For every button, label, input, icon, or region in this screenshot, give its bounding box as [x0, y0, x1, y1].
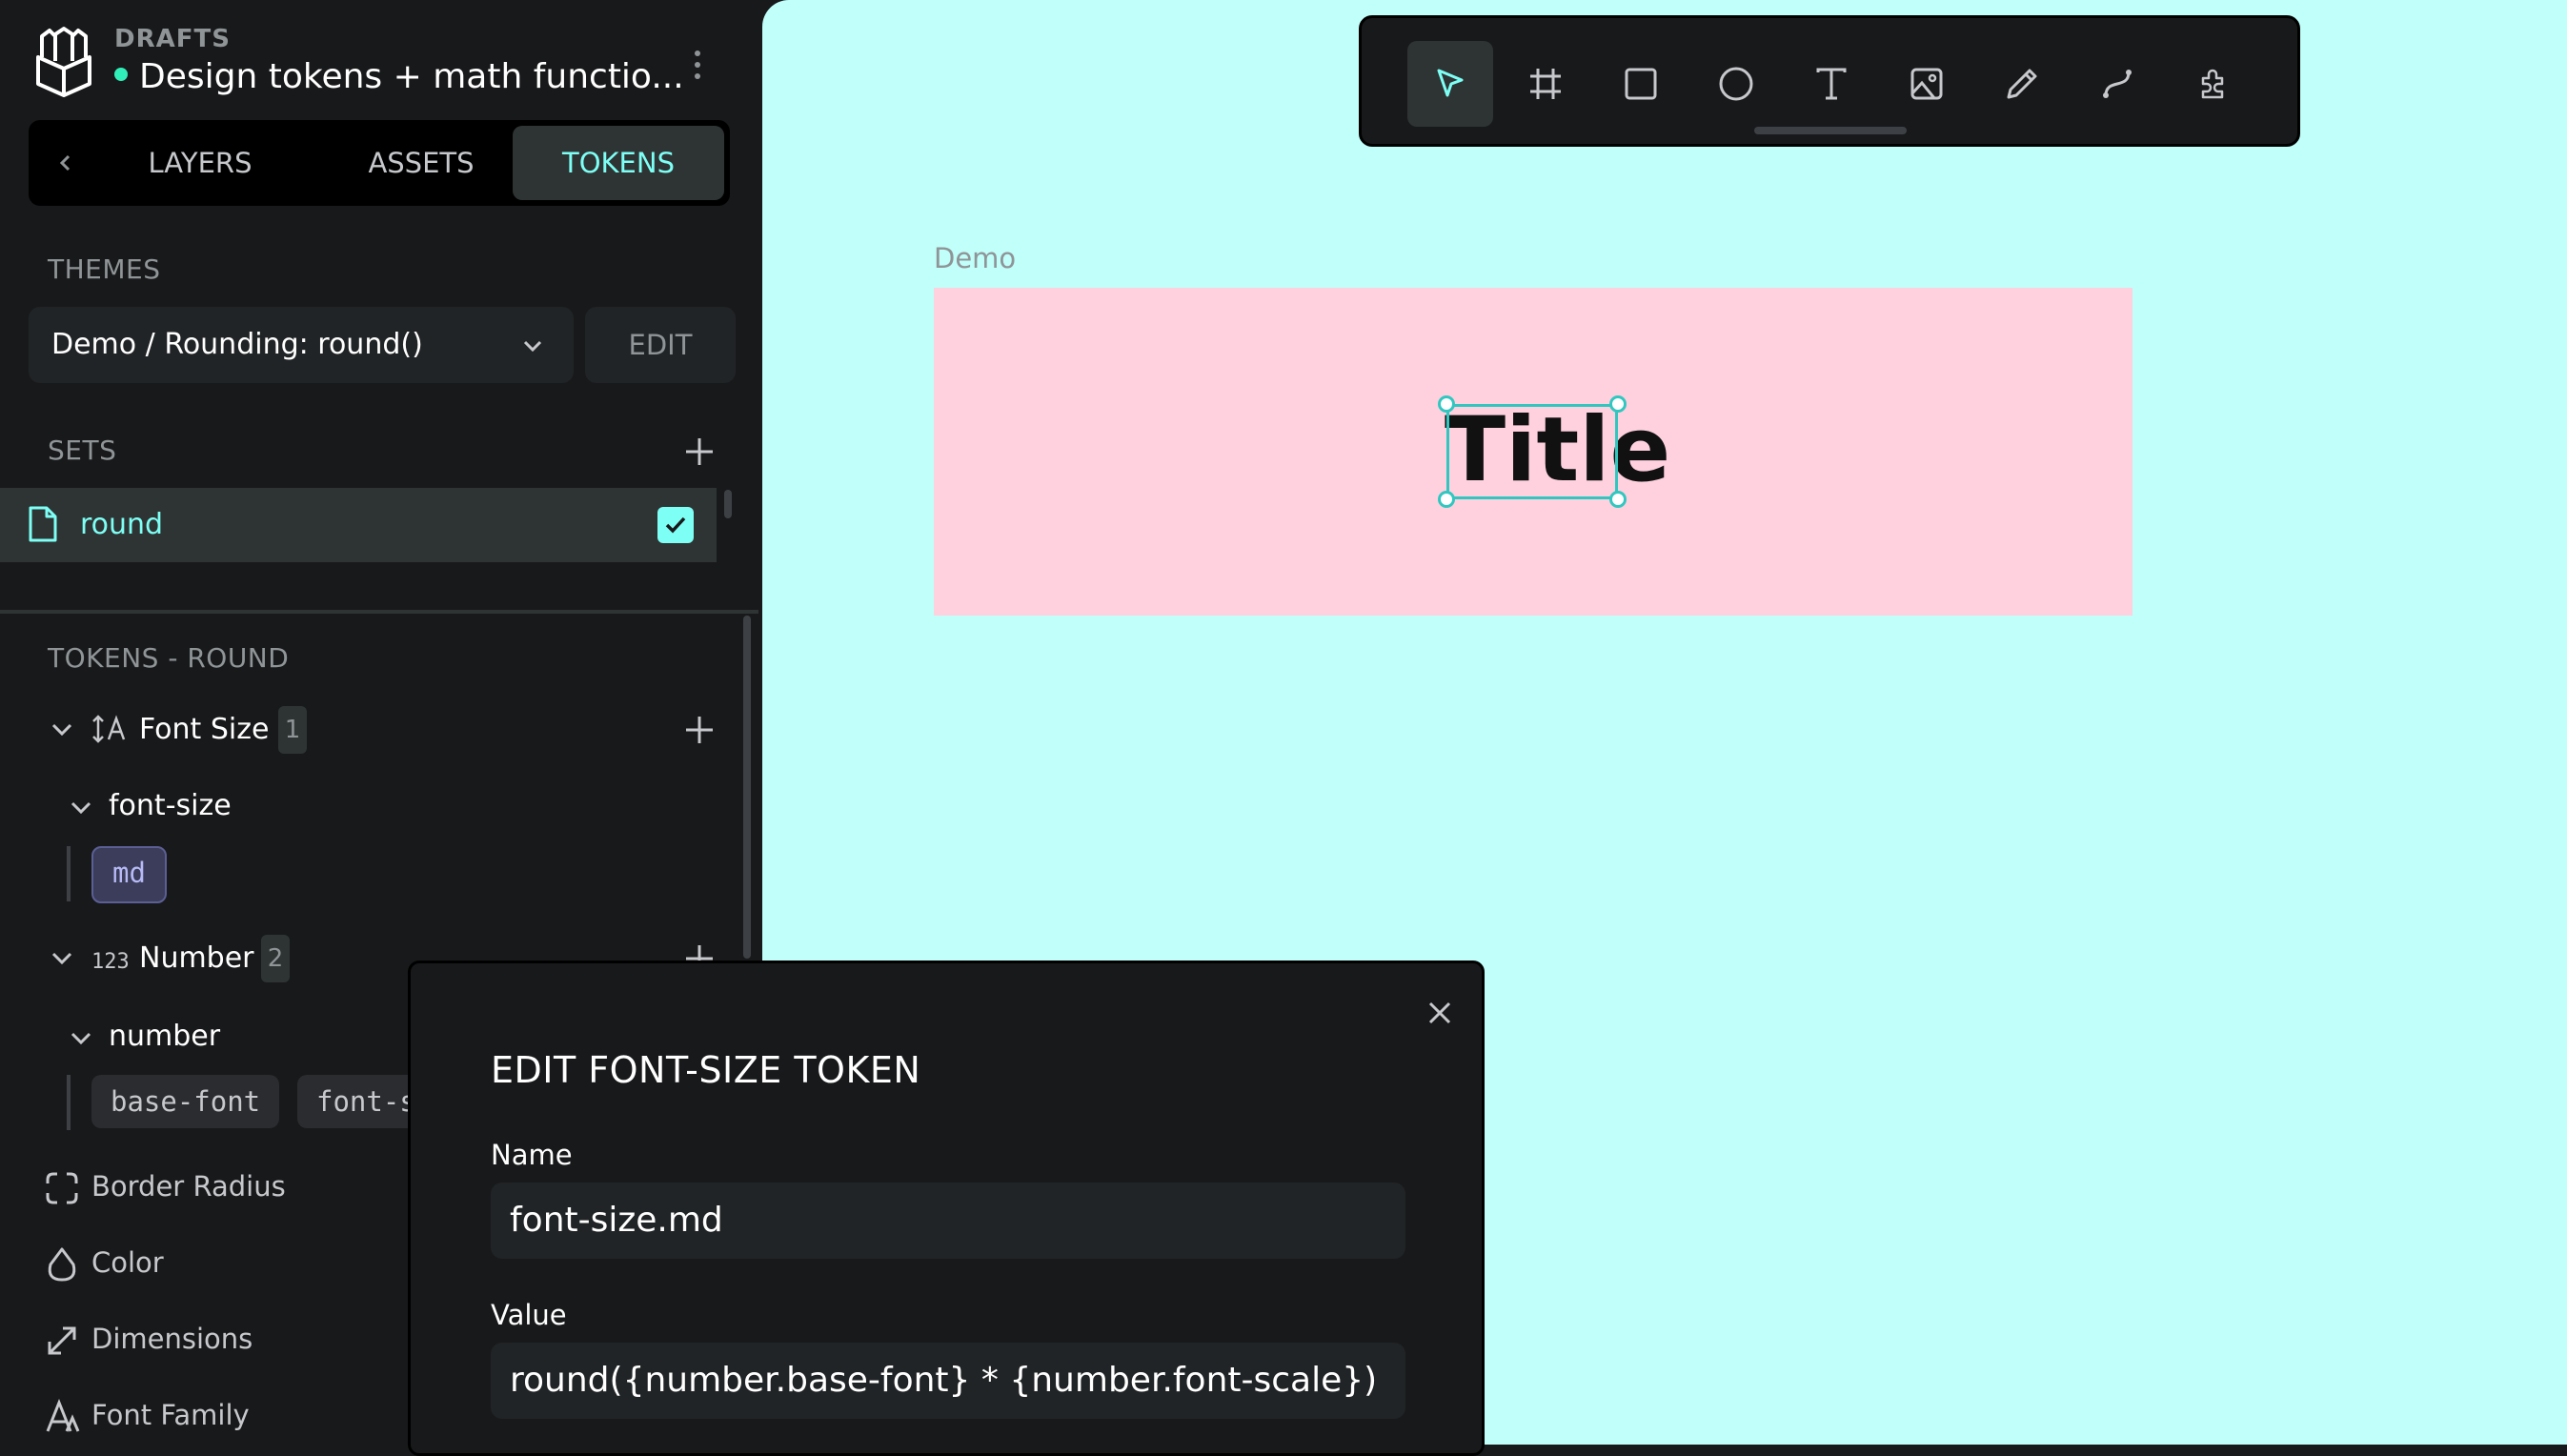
- file-title[interactable]: Design tokens + math functio...: [114, 57, 684, 96]
- selection-box[interactable]: [1446, 404, 1618, 499]
- resize-handle-bl[interactable]: [1438, 491, 1455, 508]
- tab-tokens[interactable]: TOKENS: [513, 126, 724, 200]
- token-group-number[interactable]: Number: [139, 941, 254, 975]
- chevron-down-icon[interactable]: [46, 941, 78, 974]
- tool-board[interactable]: [1503, 41, 1588, 127]
- value-field-label: Value: [491, 1299, 567, 1331]
- tab-layers[interactable]: LAYERS: [114, 126, 286, 200]
- tool-ellipse[interactable]: [1693, 41, 1779, 127]
- token-subgroup-font-size[interactable]: font-size: [109, 789, 232, 822]
- pointer-icon: [1437, 69, 1464, 97]
- status-dot: [114, 68, 128, 81]
- token-value-input[interactable]: round({number.base-font} * {number.font-…: [491, 1343, 1405, 1419]
- tab-assets[interactable]: ASSETS: [335, 126, 507, 200]
- set-item-label: round: [80, 508, 164, 541]
- token-category-color[interactable]: Color: [91, 1246, 164, 1279]
- plugin-icon: [2201, 69, 2224, 99]
- theme-select-value: Demo / Rounding: round(): [51, 328, 423, 361]
- board-name-label[interactable]: Demo: [934, 242, 1016, 274]
- token-name-input[interactable]: font-size.md: [491, 1183, 1405, 1259]
- tool-pencil[interactable]: [1979, 41, 2065, 127]
- tool-image[interactable]: [1884, 41, 1970, 127]
- chevron-down-icon[interactable]: [46, 713, 78, 745]
- tree-guide: [67, 846, 71, 901]
- penpot-logo-icon[interactable]: [34, 25, 93, 99]
- more-options-icon[interactable]: [684, 48, 711, 82]
- dimensions-icon: [44, 1323, 80, 1359]
- themes-title: THEMES: [48, 253, 161, 285]
- sets-scrollbar[interactable]: [724, 490, 732, 518]
- font-family-icon: [44, 1399, 80, 1435]
- token-category-border-radius[interactable]: Border Radius: [91, 1170, 286, 1203]
- checkmark-icon: [665, 516, 686, 534]
- number-icon: 123: [91, 945, 130, 974]
- color-drop-icon: [44, 1246, 80, 1283]
- file-icon: [27, 505, 59, 543]
- resize-handle-tr[interactable]: [1609, 395, 1627, 413]
- tool-toolbar: [1359, 15, 2300, 147]
- sidebar-tabs: LAYERS ASSETS TOKENS: [29, 120, 730, 206]
- token-category-dimensions[interactable]: Dimensions: [91, 1323, 253, 1355]
- token-count-badge: 2: [261, 935, 290, 982]
- token-category-font-family[interactable]: Font Family: [91, 1399, 250, 1431]
- token-pill-base-font[interactable]: base-font: [91, 1075, 280, 1128]
- svg-text:123: 123: [91, 950, 130, 974]
- font-size-icon: [91, 713, 130, 745]
- token-pill-md[interactable]: md: [91, 846, 167, 903]
- name-field-label: Name: [491, 1139, 573, 1171]
- tool-text[interactable]: [1789, 41, 1874, 127]
- text-icon: [1816, 68, 1847, 100]
- tree-guide: [67, 1075, 71, 1130]
- set-active-checkbox[interactable]: [657, 507, 694, 543]
- ellipse-icon: [1719, 67, 1753, 101]
- panel-divider[interactable]: [0, 610, 758, 614]
- sets-title: SETS: [48, 435, 117, 466]
- add-set-icon[interactable]: [680, 433, 718, 471]
- modal-title: EDIT FONT-SIZE TOKEN: [491, 1049, 921, 1091]
- token-group-font-size[interactable]: Font Size: [139, 713, 269, 746]
- board-icon: [1530, 69, 1561, 99]
- toolbar-drag-handle[interactable]: [1754, 127, 1907, 134]
- tokens-title: TOKENS - ROUND: [48, 642, 290, 674]
- set-item-round[interactable]: round: [0, 488, 717, 562]
- tool-rectangle[interactable]: [1598, 41, 1684, 127]
- chevron-down-icon: [516, 330, 549, 362]
- close-icon[interactable]: [1425, 998, 1455, 1028]
- project-section-label: DRAFTS: [114, 25, 231, 53]
- image-icon: [1910, 68, 1943, 100]
- resize-handle-tl[interactable]: [1438, 395, 1455, 413]
- tool-plugins[interactable]: [2170, 41, 2255, 127]
- theme-select[interactable]: Demo / Rounding: round(): [29, 307, 574, 383]
- file-title-text: Design tokens + math functio...: [139, 57, 684, 96]
- token-count-badge: 1: [278, 706, 307, 754]
- border-radius-icon: [44, 1170, 80, 1206]
- tool-move[interactable]: [1407, 41, 1493, 127]
- tool-path[interactable]: [2074, 41, 2160, 127]
- token-subgroup-number[interactable]: number: [109, 1020, 220, 1053]
- add-token-icon[interactable]: [680, 711, 718, 749]
- pencil-icon: [2007, 69, 2037, 99]
- edit-token-modal: EDIT FONT-SIZE TOKEN Name font-size.md V…: [408, 961, 1485, 1456]
- resize-handle-br[interactable]: [1609, 491, 1627, 508]
- chevron-down-icon[interactable]: [65, 791, 97, 823]
- chevron-down-icon[interactable]: [65, 1021, 97, 1054]
- tokens-scrollbar[interactable]: [743, 616, 751, 959]
- edit-themes-button[interactable]: EDIT: [585, 307, 736, 383]
- rectangle-icon: [1625, 68, 1657, 100]
- chevron-left-icon[interactable]: [48, 145, 84, 181]
- path-icon: [2103, 70, 2132, 98]
